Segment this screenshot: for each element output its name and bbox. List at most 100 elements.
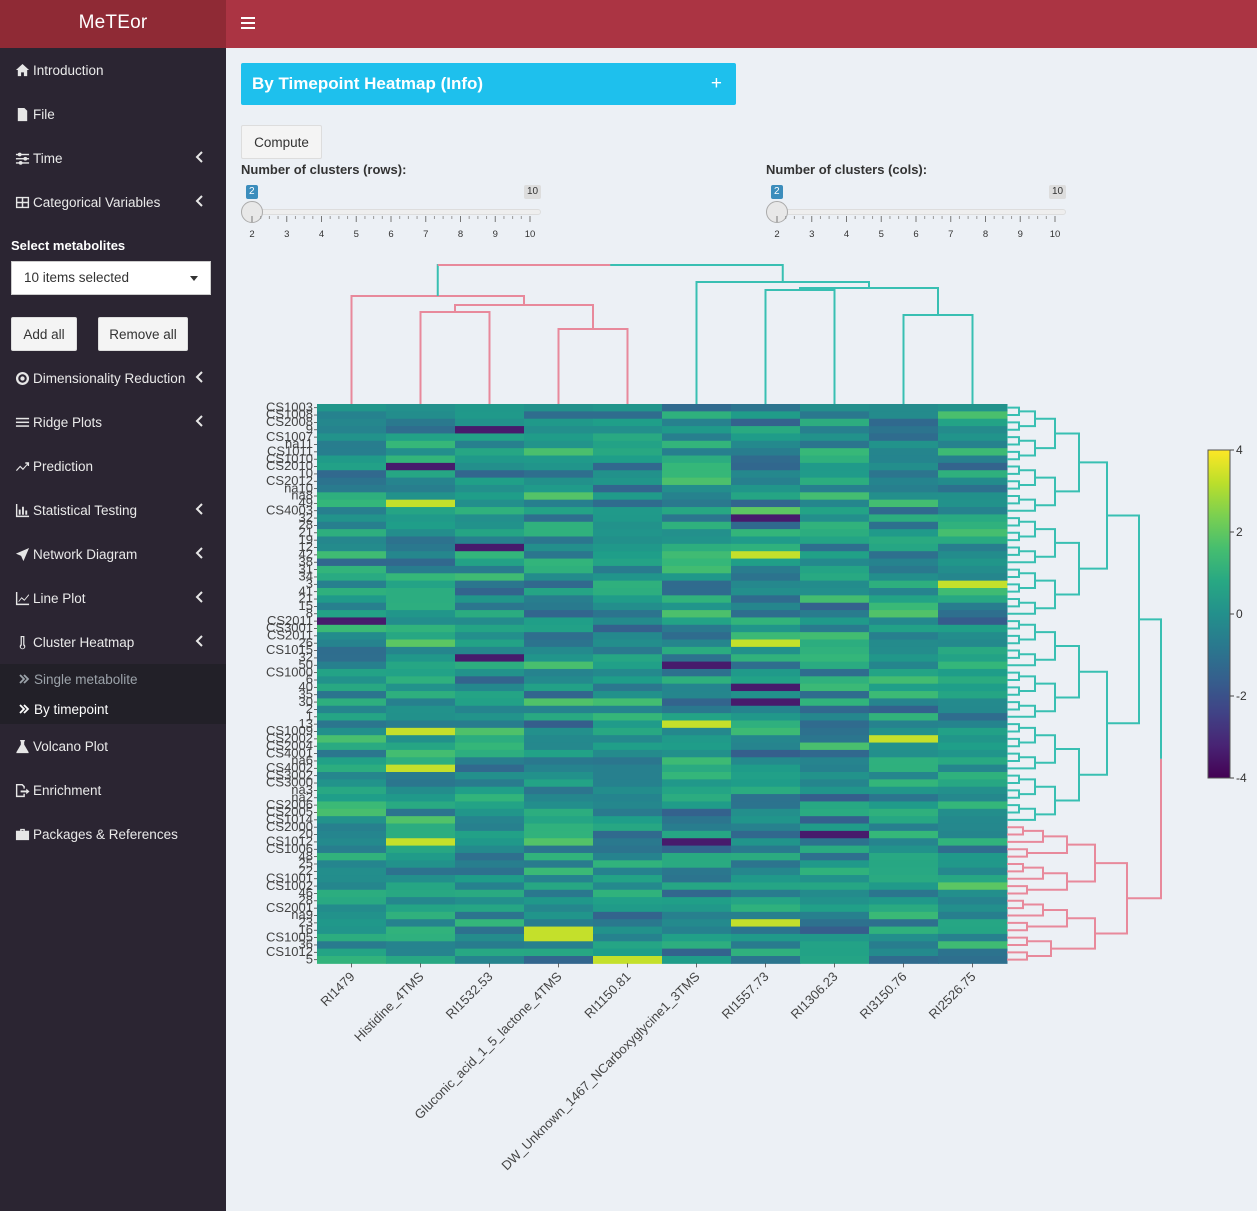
compute-button[interactable]: Compute [241, 125, 322, 159]
heatmap-cell [524, 941, 594, 950]
sidebar-item-dimensionality-reduction[interactable]: Dimensionality Reduction [0, 360, 226, 396]
app-logo[interactable]: MeTEor [0, 0, 226, 48]
heatmap-cell [386, 735, 456, 744]
heatmap-cell [731, 565, 801, 574]
heatmap-cell [869, 477, 939, 486]
row-dendrogram-link [1019, 410, 1036, 428]
sidebar-toggle-icon[interactable] [241, 17, 255, 29]
heatmap-cell [317, 668, 387, 677]
submenu-item-single-metabolite[interactable]: Single metabolite [0, 664, 226, 694]
heatmap-column-label: RI3150.76 [857, 969, 910, 1022]
heatmap-cell [317, 654, 387, 663]
info-box-header[interactable]: By Timepoint Heatmap (Info) + [241, 63, 736, 105]
heatmap-cell [731, 749, 801, 758]
heatmap-cell [800, 646, 870, 655]
heatmap-cell [731, 772, 801, 780]
heatmap-cell [662, 536, 732, 545]
metabolite-select[interactable]: 10 items selected [11, 261, 211, 295]
heatmap-cell [386, 543, 456, 552]
heatmap-cell [317, 646, 387, 655]
heatmap-cell [455, 514, 525, 523]
heatmap-cell [524, 852, 594, 861]
colorbar-tick-label: 4 [1236, 443, 1243, 457]
heatmap-cell [731, 573, 801, 582]
heatmap-cell [386, 794, 456, 802]
heatmap-cell [386, 411, 456, 420]
sidebar-item-categorical-variables[interactable]: Categorical Variables [0, 184, 226, 220]
add-all-button[interactable]: Add all [11, 317, 77, 351]
heatmap-cell [455, 801, 525, 810]
sidebar-item-introduction[interactable]: Introduction [0, 52, 226, 88]
heatmap-cell [800, 455, 870, 464]
heatmap-cell [455, 440, 525, 449]
heatmap-cell [524, 772, 594, 780]
heatmap-cell [455, 676, 525, 685]
sidebar-item-line-plot[interactable]: Line Plot [0, 580, 226, 616]
heatmap-cell [317, 882, 387, 891]
heatmap-cell [800, 411, 870, 420]
heatmap-cell [662, 683, 732, 692]
heatmap-cell [869, 565, 939, 574]
heatmap-cell [455, 492, 525, 501]
sidebar-item-file[interactable]: File [0, 96, 226, 132]
heatmap-cell [593, 668, 663, 677]
row-dendrogram-link [1095, 862, 1128, 935]
sidebar-item-packages-references[interactable]: Packages & References [0, 816, 226, 852]
remove-all-button[interactable]: Remove all [98, 317, 188, 351]
row-dendrogram-link [1007, 737, 1020, 748]
sidebar-item-label: Introduction [33, 62, 104, 78]
sidebar-item-ridge-plots[interactable]: Ridge Plots [0, 404, 226, 440]
heatmap-cell [869, 830, 939, 839]
heatmap-cell [386, 565, 456, 574]
row-dendrogram-link [1035, 785, 1056, 816]
sidebar-item-volcano-plot[interactable]: Volcano Plot [0, 728, 226, 764]
sidebar-item-prediction[interactable]: Prediction [0, 448, 226, 484]
sidebar-item-network-diagram[interactable]: Network Diagram [0, 536, 226, 572]
heatmap-cell [317, 536, 387, 545]
heatmap-cell [800, 484, 870, 493]
heatmap-cell [731, 735, 801, 744]
sidebar-item-enrichment[interactable]: Enrichment [0, 772, 226, 808]
sidebar-item-label: Statistical Testing [33, 502, 138, 518]
heatmap-cell [938, 926, 1008, 935]
row-dendrogram-link [1035, 631, 1056, 661]
heatmap-cell [524, 632, 594, 641]
heatmap-cell [593, 882, 663, 891]
plus-icon[interactable]: + [711, 73, 722, 95]
heatmap-cell [800, 448, 870, 457]
heatmap-cell [731, 654, 801, 663]
row-dendrogram-link [1019, 675, 1036, 693]
heatmap-cell [524, 521, 594, 530]
heatmap-cell [386, 676, 456, 685]
heatmap-cell [869, 889, 939, 898]
bar-chart-icon [14, 502, 30, 518]
submenu-item-by-timepoint[interactable]: By timepoint [0, 694, 226, 724]
sidebar-item-label: Ridge Plots [33, 414, 103, 430]
heatmap-cell [593, 889, 663, 898]
heatmap-cell [524, 742, 594, 751]
heatmap-cell [386, 749, 456, 758]
heatmap-cell [800, 433, 870, 442]
heatmap-cell [869, 404, 939, 412]
sidebar-item-cluster-heatmap[interactable]: Cluster Heatmap [0, 624, 226, 660]
heatmap-cell [317, 875, 387, 883]
heatmap-cell [869, 514, 939, 523]
heatmap-cell [386, 492, 456, 501]
heatmap-cell [593, 823, 663, 832]
sidebar-item-time[interactable]: Time [0, 140, 226, 176]
heatmap-cell [524, 514, 594, 523]
rows-slider-ticks: 2 3 4 5 6 7 8 9 10 [242, 216, 535, 240]
heatmap-cell [524, 727, 594, 736]
heatmap-cell [938, 448, 1008, 457]
sidebar-item-statistical-testing[interactable]: Statistical Testing [0, 492, 226, 528]
heatmap-cell [524, 617, 594, 626]
heatmap-column-label: RI1557.73 [719, 969, 772, 1022]
heatmap-cell [731, 551, 801, 560]
cols-slider-track[interactable] [776, 209, 1066, 215]
heatmap-cell [800, 867, 870, 876]
heatmap-cell [386, 742, 456, 751]
row-dendrogram-link [1007, 951, 1028, 961]
heatmap-cell [731, 867, 801, 876]
cols-slider-max-badge: 10 [1049, 185, 1067, 199]
rows-slider-track[interactable] [251, 209, 541, 215]
